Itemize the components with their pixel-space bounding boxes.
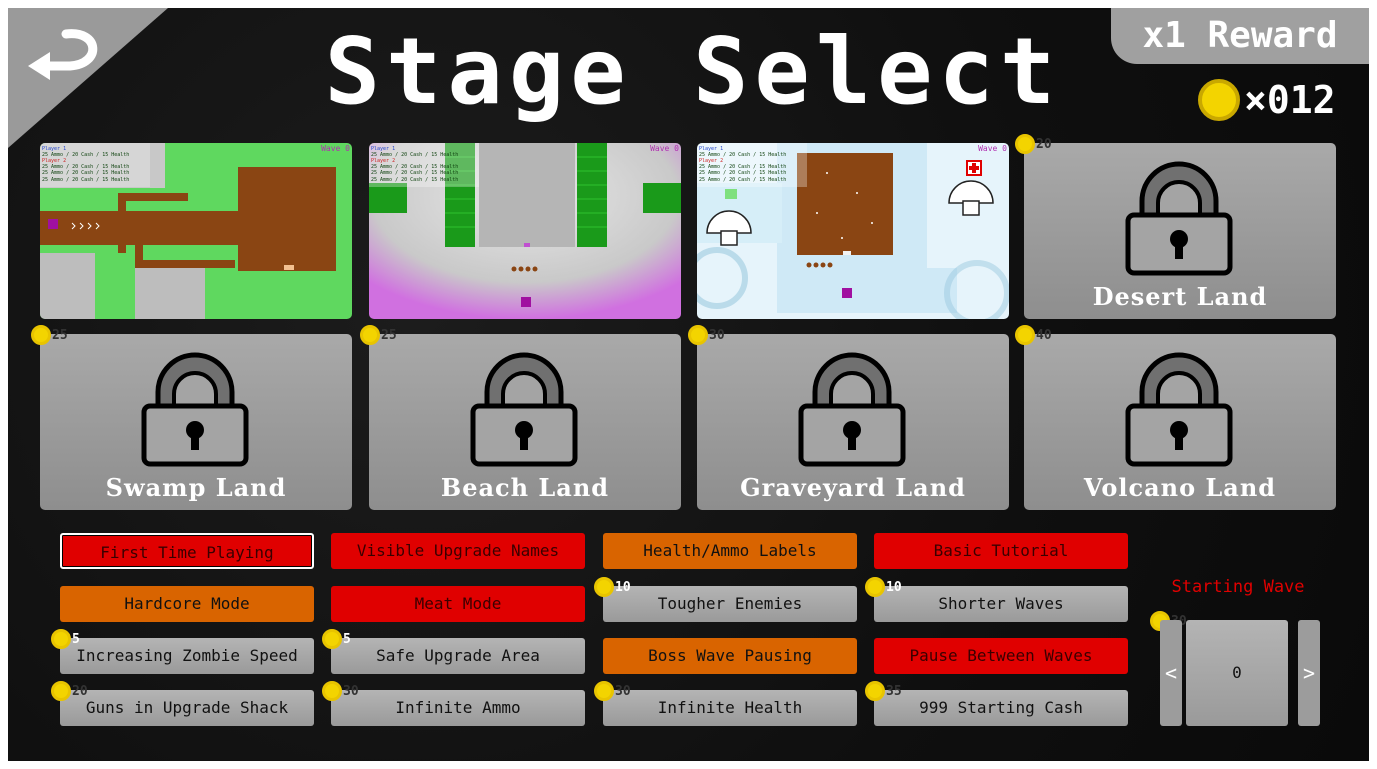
option-pause-between-waves[interactable]: Pause Between Waves xyxy=(874,638,1128,674)
stage-card-desert[interactable]: Desert Land xyxy=(1024,143,1336,319)
lock-icon xyxy=(470,352,578,467)
option-999-starting-cash[interactable]: 999 Starting Cash xyxy=(874,690,1128,726)
starting-wave-prev-button[interactable]: < xyxy=(1160,620,1182,726)
option-cost: 20 xyxy=(51,681,88,701)
hud-line: 25 Ammo / 20 Cash / 15 Health xyxy=(699,170,786,176)
coin-counter: ×012 xyxy=(1198,78,1336,122)
coin-icon xyxy=(51,629,71,649)
coin-icon xyxy=(688,325,708,345)
stage-cost: 25 xyxy=(360,325,397,345)
coin-icon xyxy=(1015,134,1035,154)
game-screen: Stage Select x1 Reward ×012 Player 1 25 … xyxy=(8,8,1369,761)
option-visible-upgrade-names[interactable]: Visible Upgrade Names xyxy=(331,533,585,569)
hud-line: 25 Ammo / 20 Cash / 15 Health xyxy=(371,170,458,176)
coin-icon xyxy=(865,681,885,701)
stage-name: Desert Land xyxy=(1092,282,1268,311)
coin-icon xyxy=(322,681,342,701)
starting-wave-next-button[interactable]: > xyxy=(1298,620,1320,726)
lock-icon xyxy=(798,352,906,467)
lock-icon xyxy=(1125,161,1233,276)
option-health-ammo-labels[interactable]: Health/Ammo Labels xyxy=(603,533,857,569)
option-cost: 5 xyxy=(51,629,80,649)
coin-icon xyxy=(322,629,342,649)
coin-icon xyxy=(360,325,380,345)
stage-cost: 40 xyxy=(1015,325,1052,345)
option-cost: 30 xyxy=(594,681,631,701)
coin-icon xyxy=(594,577,614,597)
stage-card-beach[interactable]: Beach Land xyxy=(369,334,681,510)
option-cost: 35 xyxy=(865,681,902,701)
stage-cost: 20 xyxy=(1015,134,1052,154)
option-increasing-zombie-speed[interactable]: Increasing Zombie Speed xyxy=(60,638,314,674)
option-cost: 10 xyxy=(865,577,902,597)
option-tougher-enemies[interactable]: Tougher Enemies xyxy=(603,586,857,622)
stage-name: Beach Land xyxy=(440,473,610,502)
stage-card-volcano[interactable]: Volcano Land xyxy=(1024,334,1336,510)
wave-label: Wave 0 xyxy=(650,144,679,153)
stage-card-grass[interactable]: Player 1 25 Ammo / 20 Cash / 15 Health P… xyxy=(40,143,352,319)
coin-icon xyxy=(31,325,51,345)
wave-label: Wave 0 xyxy=(321,144,350,153)
option-boss-wave-pausing[interactable]: Boss Wave Pausing xyxy=(603,638,857,674)
option-infinite-ammo[interactable]: Infinite Ammo xyxy=(331,690,585,726)
starting-wave-label: Starting Wave xyxy=(1171,577,1305,597)
page-title: Stage Select xyxy=(324,18,1062,125)
coin-icon xyxy=(865,577,885,597)
coin-icon xyxy=(51,681,71,701)
option-hardcore-mode[interactable]: Hardcore Mode xyxy=(60,586,314,622)
stage-name: Volcano Land xyxy=(1083,473,1277,502)
hud-line: 25 Ammo / 20 Cash / 15 Health xyxy=(371,177,458,183)
option-cost: 5 xyxy=(322,629,351,649)
coin-icon xyxy=(1015,325,1035,345)
option-basic-tutorial[interactable]: Basic Tutorial xyxy=(874,533,1128,569)
stage-cost: 25 xyxy=(31,325,68,345)
option-cost: 30 xyxy=(322,681,359,701)
hud-line: 25 Ammo / 20 Cash / 15 Health xyxy=(42,170,129,176)
stage-name: Swamp Land xyxy=(105,473,287,502)
stage-card-gray[interactable]: Player 1 25 Ammo / 20 Cash / 15 Health P… xyxy=(369,143,681,319)
option-shorter-waves[interactable]: Shorter Waves xyxy=(874,586,1128,622)
starting-wave-value: 0 xyxy=(1186,620,1288,726)
stage-name: Graveyard Land xyxy=(740,473,966,502)
option-guns-in-upgrade-shack[interactable]: Guns in Upgrade Shack xyxy=(60,690,314,726)
option-meat-mode[interactable]: Meat Mode xyxy=(331,586,585,622)
option-safe-upgrade-area[interactable]: Safe Upgrade Area xyxy=(331,638,585,674)
option-cost: 10 xyxy=(594,577,631,597)
hud-line: 25 Ammo / 20 Cash / 15 Health xyxy=(699,177,786,183)
stage-card-graveyard[interactable]: Graveyard Land xyxy=(697,334,1009,510)
stage-cost: 30 xyxy=(688,325,725,345)
stage-card-swamp[interactable]: Swamp Land xyxy=(40,334,352,510)
lock-icon xyxy=(1125,352,1233,467)
wave-label: Wave 0 xyxy=(978,144,1007,153)
coin-count: ×012 xyxy=(1244,78,1336,122)
coin-icon xyxy=(1198,79,1240,121)
reward-multiplier: x1 Reward xyxy=(1111,8,1369,64)
stage-card-snow[interactable]: Player 1 25 Ammo / 20 Cash / 15 Health P… xyxy=(697,143,1009,319)
option-first-time-playing[interactable]: First Time Playing xyxy=(60,533,314,569)
back-button[interactable] xyxy=(8,8,168,148)
hud-line: 25 Ammo / 20 Cash / 15 Health xyxy=(42,177,129,183)
coin-icon xyxy=(594,681,614,701)
option-infinite-health[interactable]: Infinite Health xyxy=(603,690,857,726)
lock-icon xyxy=(141,352,249,467)
